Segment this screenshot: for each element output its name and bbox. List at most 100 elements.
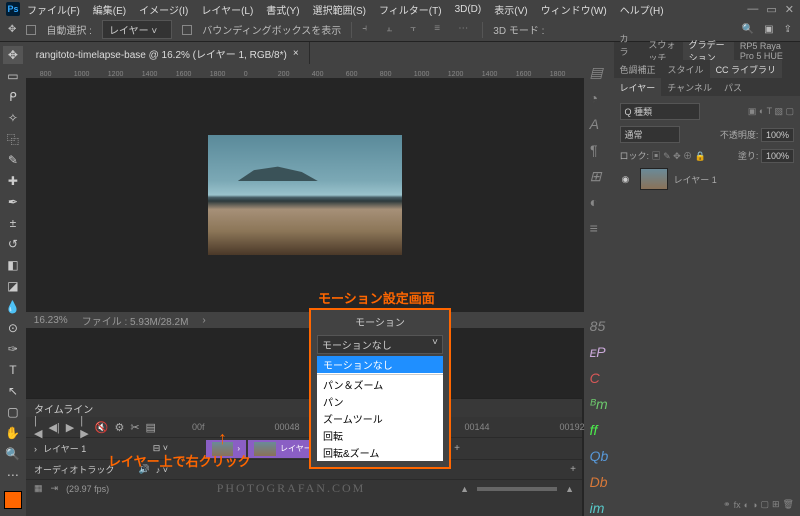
- mute-icon[interactable]: 🔇: [95, 421, 109, 434]
- marquee-tool[interactable]: ▭: [3, 67, 23, 85]
- eraser-tool[interactable]: ◧: [3, 256, 23, 274]
- wand-tool[interactable]: ✧: [3, 109, 23, 127]
- layer-item[interactable]: ◉ レイヤー 1: [620, 165, 794, 193]
- hand-tool[interactable]: ✋: [3, 424, 23, 442]
- add-audio-icon[interactable]: +: [564, 464, 582, 475]
- menu-type[interactable]: 書式(Y): [260, 2, 305, 17]
- distribute-icon[interactable]: ≡: [434, 23, 448, 37]
- play-icon[interactable]: ▶: [66, 421, 74, 434]
- link-icon[interactable]: ⚭: [723, 499, 731, 510]
- tab-gradient[interactable]: グラデーション: [683, 42, 734, 60]
- panel-icon[interactable]: A: [590, 116, 608, 132]
- blur-tool[interactable]: 💧: [3, 298, 23, 316]
- tab-styles[interactable]: スタイル: [662, 60, 710, 78]
- close-icon[interactable]: ✕: [785, 3, 794, 16]
- chevron-icon[interactable]: ›: [34, 444, 37, 454]
- settings-icon[interactable]: ⚙: [114, 421, 124, 434]
- crop-tool[interactable]: ⿻: [3, 130, 23, 148]
- panel-shortcut[interactable]: C: [590, 370, 608, 386]
- panel-shortcut[interactable]: ff: [590, 422, 608, 438]
- menu-layer[interactable]: レイヤー(L): [195, 2, 259, 17]
- motion-option-none[interactable]: モーションなし: [317, 356, 443, 373]
- pen-tool[interactable]: ✑: [3, 340, 23, 358]
- motion-dropdown[interactable]: モーションなし˅: [317, 335, 443, 354]
- motion-option-zoom[interactable]: ズームツール: [317, 410, 443, 427]
- tab-layers[interactable]: レイヤー: [614, 78, 662, 96]
- tab-paths[interactable]: パス: [718, 78, 748, 96]
- align-icon[interactable]: ⫟: [410, 23, 424, 37]
- panel-icon[interactable]: ◐: [590, 194, 608, 210]
- minimize-icon[interactable]: —: [747, 3, 758, 16]
- chevron-icon[interactable]: ›: [202, 315, 205, 326]
- align-icon[interactable]: ⫠: [386, 23, 400, 37]
- menu-help[interactable]: ヘルプ(H): [614, 2, 670, 17]
- screenmode-icon[interactable]: ▣: [764, 24, 773, 35]
- menu-edit[interactable]: 編集(E): [87, 2, 132, 17]
- distribute-icon[interactable]: ⋯: [458, 23, 472, 37]
- history-brush-tool[interactable]: ↺: [3, 235, 23, 253]
- trash-icon[interactable]: 🗑: [783, 499, 794, 510]
- lock-icons[interactable]: ▣ ✎ ✥ ⊕ 🔒: [652, 151, 706, 161]
- layer-filter[interactable]: Q 種類: [620, 103, 700, 120]
- group-icon[interactable]: ▢: [760, 499, 769, 510]
- tab-cclib[interactable]: CC ライブラリ: [710, 60, 783, 78]
- align-icon[interactable]: ⫞: [362, 23, 376, 37]
- fx-icon[interactable]: fx: [734, 500, 741, 510]
- blend-mode-select[interactable]: 通常: [620, 126, 680, 143]
- canvas[interactable]: [26, 78, 584, 312]
- panel-shortcut[interactable]: im: [590, 500, 608, 516]
- maximize-icon[interactable]: ▭: [766, 3, 776, 16]
- stamp-tool[interactable]: ±: [3, 214, 23, 232]
- panel-icon[interactable]: ⊞: [590, 168, 608, 184]
- lasso-tool[interactable]: ᑭ: [3, 88, 23, 106]
- panel-shortcut[interactable]: Qb: [590, 448, 608, 464]
- brush-tool[interactable]: ✒: [3, 193, 23, 211]
- share-icon[interactable]: ⇪: [784, 24, 792, 35]
- zoom-level[interactable]: 16.23%: [34, 315, 68, 326]
- next-frame-icon[interactable]: |▶: [80, 415, 88, 440]
- menu-filter[interactable]: フィルター(T): [373, 2, 448, 17]
- document-tab[interactable]: rangitoto-timelapse-base @ 16.2% (レイヤー 1…: [26, 42, 310, 64]
- visibility-icon[interactable]: ◉: [622, 174, 634, 185]
- tab-raya[interactable]: RP5 Raya Pro 5 HUE: [734, 42, 800, 60]
- close-tab-icon[interactable]: ×: [293, 48, 299, 59]
- panel-shortcut[interactable]: ᴮm: [590, 396, 608, 412]
- menu-select[interactable]: 選択範囲(S): [307, 2, 372, 17]
- move-tool[interactable]: ✥: [3, 46, 23, 64]
- tab-channels[interactable]: チャンネル: [661, 78, 718, 96]
- dodge-tool[interactable]: ⊙: [3, 319, 23, 337]
- search-icon[interactable]: 🔍: [742, 24, 754, 35]
- tab-adjustments[interactable]: 色調補正: [614, 60, 662, 78]
- panel-shortcut[interactable]: 85: [590, 318, 608, 334]
- path-tool[interactable]: ↖: [3, 382, 23, 400]
- bbox-checkbox[interactable]: [182, 25, 192, 35]
- type-tool[interactable]: T: [3, 361, 23, 379]
- motion-option-rotatezoom[interactable]: 回転&ズーム: [317, 444, 443, 461]
- menu-window[interactable]: ウィンドウ(W): [535, 2, 613, 17]
- filter-icons[interactable]: ▣ ◐ T ▧ ▢: [748, 106, 794, 117]
- panel-shortcut[interactable]: Db: [590, 474, 608, 490]
- panel-icon[interactable]: ▤: [590, 64, 608, 80]
- tab-swatches[interactable]: スウォッチ: [642, 42, 682, 60]
- panel-icon[interactable]: ◔: [590, 90, 608, 106]
- transition-icon[interactable]: ▤: [146, 421, 156, 434]
- auto-select-target[interactable]: レイヤー ˅: [102, 20, 172, 39]
- auto-select-checkbox[interactable]: [26, 25, 36, 35]
- motion-option-pan[interactable]: パン: [317, 393, 443, 410]
- new-layer-icon[interactable]: ⊞: [772, 499, 780, 510]
- motion-option-rotate[interactable]: 回転: [317, 427, 443, 444]
- mask-icon[interactable]: ◐: [744, 500, 749, 510]
- opacity-input[interactable]: 100%: [761, 128, 794, 142]
- shape-tool[interactable]: ▢: [3, 403, 23, 421]
- panel-shortcut[interactable]: ᴇP: [590, 344, 608, 360]
- panel-icon[interactable]: ≡: [590, 220, 608, 236]
- gradient-tool[interactable]: ◪: [3, 277, 23, 295]
- heal-tool[interactable]: ✚: [3, 172, 23, 190]
- tab-color[interactable]: カラー: [614, 42, 643, 60]
- prev-frame-icon[interactable]: ◀|: [48, 421, 59, 434]
- menu-view[interactable]: 表示(V): [488, 2, 533, 17]
- zoom-tool[interactable]: 🔍: [3, 445, 23, 463]
- menu-image[interactable]: イメージ(I): [133, 2, 194, 17]
- panel-icon[interactable]: ¶: [590, 142, 608, 158]
- split-icon[interactable]: ✂: [130, 421, 139, 434]
